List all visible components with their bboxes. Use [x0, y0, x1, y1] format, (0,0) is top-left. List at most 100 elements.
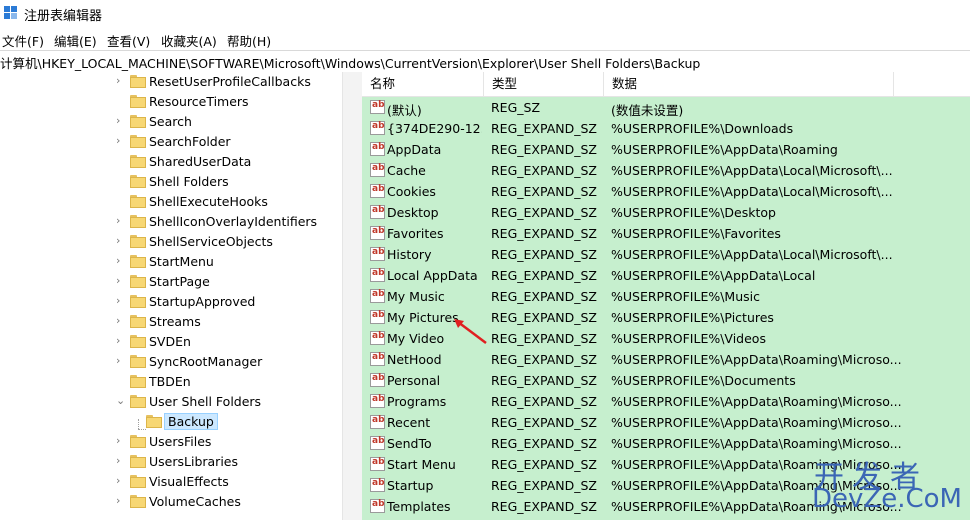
tree-item[interactable]: › SearchFolder	[0, 132, 342, 152]
value-type: REG_EXPAND_SZ	[491, 331, 597, 346]
expander-icon[interactable]	[116, 376, 126, 386]
column-data[interactable]: 数据	[604, 72, 894, 96]
tree-item[interactable]: › VisualEffects	[0, 472, 342, 492]
expander-icon[interactable]	[116, 176, 126, 186]
tree-item[interactable]: ResourceTimers	[0, 92, 342, 112]
expander-icon[interactable]: ›	[116, 255, 126, 266]
tree-item[interactable]: › ShellIconOverlayIdentifiers	[0, 212, 342, 232]
tree-item[interactable]: TBDEn	[0, 372, 342, 392]
tree-item[interactable]: › VolumeCaches	[0, 492, 342, 512]
value-row[interactable]: ab SendTo REG_EXPAND_SZ %USERPROFILE%\AppDa…	[362, 433, 970, 454]
expander-icon[interactable]	[132, 416, 142, 426]
tree-item-label[interactable]: VisualEffects	[149, 474, 229, 489]
tree-item-label[interactable]: ResourceTimers	[149, 94, 249, 109]
value-row[interactable]: ab (默认) REG_SZ (数值未设置)	[362, 97, 970, 118]
expander-icon[interactable]: ›	[116, 495, 126, 506]
tree-item[interactable]: ShellExecuteHooks	[0, 192, 342, 212]
tree-item-label[interactable]: Backup	[164, 413, 218, 430]
expander-icon[interactable]: ›	[116, 215, 126, 226]
expander-icon[interactable]: ›	[116, 115, 126, 126]
tree-item-label[interactable]: StartMenu	[149, 254, 214, 269]
string-value-icon: ab	[370, 499, 385, 513]
value-data: (数值未设置)	[611, 103, 684, 118]
expander-icon[interactable]	[116, 156, 126, 166]
address-bar[interactable]: 计算机\HKEY_LOCAL_MACHINE\SOFTWARE\Microsof…	[0, 50, 970, 73]
tree-item-label[interactable]: ResetUserProfileCallbacks	[149, 74, 311, 89]
expander-icon[interactable]: ›	[116, 315, 126, 326]
tree-item-label[interactable]: SVDEn	[149, 334, 191, 349]
menu-favorites[interactable]: 收藏夹(A)	[161, 31, 217, 50]
tree-item-label[interactable]: StartPage	[149, 274, 210, 289]
tree-item-label[interactable]: ShellServiceObjects	[149, 234, 273, 249]
address-path[interactable]: 计算机\HKEY_LOCAL_MACHINE\SOFTWARE\Microsof…	[0, 53, 700, 72]
value-row[interactable]: ab {374DE290-12... REG_EXPAND_SZ %USERPROFI…	[362, 118, 970, 139]
expander-icon[interactable]: ›	[116, 275, 126, 286]
value-row[interactable]: ab NetHood REG_EXPAND_SZ %USERPROFILE%\AppD…	[362, 349, 970, 370]
expander-icon[interactable]: ›	[116, 435, 126, 446]
expander-icon[interactable]: ›	[116, 295, 126, 306]
expander-icon[interactable]: ›	[116, 135, 126, 146]
expander-icon[interactable]: ›	[116, 75, 126, 86]
tree-item[interactable]: › StartPage	[0, 272, 342, 292]
tree-item[interactable]: Backup	[0, 412, 342, 432]
menu-help[interactable]: 帮助(H)	[227, 31, 271, 50]
expander-icon[interactable]: ›	[116, 455, 126, 466]
tree-item[interactable]: › StartupApproved	[0, 292, 342, 312]
tree-item-label[interactable]: UsersLibraries	[149, 454, 238, 469]
tree-item[interactable]: ⌄ User Shell Folders	[0, 392, 342, 412]
expander-icon[interactable]: ›	[116, 235, 126, 246]
tree-item[interactable]: › Streams	[0, 312, 342, 332]
value-row[interactable]: ab Cache REG_EXPAND_SZ %USERPROFILE%\AppDat…	[362, 160, 970, 181]
value-type: REG_EXPAND_SZ	[491, 478, 597, 493]
tree-item[interactable]: › Search	[0, 112, 342, 132]
pane-splitter[interactable]	[342, 72, 363, 520]
string-value-icon-text: ab	[372, 184, 385, 194]
tree-item-label[interactable]: TBDEn	[149, 374, 191, 389]
tree-item-label[interactable]: ShellExecuteHooks	[149, 194, 268, 209]
expander-icon[interactable]: ›	[116, 355, 126, 366]
column-name[interactable]: 名称	[362, 72, 484, 96]
tree-item-label[interactable]: ShellIconOverlayIdentifiers	[149, 214, 317, 229]
folder-icon	[130, 255, 146, 268]
value-row[interactable]: ab My Music REG_EXPAND_SZ %USERPROFILE%\Mus…	[362, 286, 970, 307]
tree-item[interactable]: SharedUserData	[0, 152, 342, 172]
tree-item-label[interactable]: VolumeCaches	[149, 494, 241, 509]
value-row[interactable]: ab Cookies REG_EXPAND_SZ %USERPROFILE%\AppD…	[362, 181, 970, 202]
menu-edit[interactable]: 编辑(E)	[54, 31, 97, 50]
menu-file[interactable]: 文件(F)	[2, 31, 44, 50]
value-row[interactable]: ab Personal REG_EXPAND_SZ %USERPROFILE%\Doc…	[362, 370, 970, 391]
expander-icon[interactable]: ⌄	[116, 395, 126, 406]
key-tree[interactable]: › ResetUserProfileCallbacks ResourceTimers…	[0, 72, 342, 520]
tree-item-label[interactable]: SearchFolder	[149, 134, 231, 149]
tree-item-label[interactable]: Streams	[149, 314, 201, 329]
tree-item[interactable]: › UsersLibraries	[0, 452, 342, 472]
value-row[interactable]: ab Programs REG_EXPAND_SZ %USERPROFILE%\App…	[362, 391, 970, 412]
expander-icon[interactable]	[116, 96, 126, 106]
column-type[interactable]: 类型	[484, 72, 604, 96]
tree-item-label[interactable]: UsersFiles	[149, 434, 211, 449]
tree-item[interactable]: Shell Folders	[0, 172, 342, 192]
tree-item[interactable]: › StartMenu	[0, 252, 342, 272]
expander-icon[interactable]: ›	[116, 475, 126, 486]
value-row[interactable]: ab Recent REG_EXPAND_SZ %USERPROFILE%\AppDa…	[362, 412, 970, 433]
menu-view[interactable]: 查看(V)	[107, 31, 150, 50]
expander-icon[interactable]	[116, 196, 126, 206]
tree-item[interactable]: › UsersFiles	[0, 432, 342, 452]
value-row[interactable]: ab Favorites REG_EXPAND_SZ %USERPROFILE%\Fa…	[362, 223, 970, 244]
tree-item-label[interactable]: StartupApproved	[149, 294, 255, 309]
tree-item-label[interactable]: Shell Folders	[149, 174, 229, 189]
tree-item[interactable]: › SyncRootManager	[0, 352, 342, 372]
value-row[interactable]: ab Local AppData REG_EXPAND_SZ %USERPROFILE…	[362, 265, 970, 286]
expander-icon[interactable]: ›	[116, 335, 126, 346]
string-value-icon-text: ab	[372, 226, 385, 236]
tree-item-label[interactable]: Search	[149, 114, 192, 129]
value-row[interactable]: ab History REG_EXPAND_SZ %USERPROFILE%\AppD…	[362, 244, 970, 265]
value-row[interactable]: ab AppData REG_EXPAND_SZ %USERPROFILE%\AppD…	[362, 139, 970, 160]
tree-item[interactable]: › SVDEn	[0, 332, 342, 352]
tree-item[interactable]: › ResetUserProfileCallbacks	[0, 72, 342, 92]
tree-item-label[interactable]: SharedUserData	[149, 154, 251, 169]
value-row[interactable]: ab Desktop REG_EXPAND_SZ %USERPROFILE%\Desk…	[362, 202, 970, 223]
tree-item-label[interactable]: User Shell Folders	[149, 394, 261, 409]
tree-item[interactable]: › ShellServiceObjects	[0, 232, 342, 252]
tree-item-label[interactable]: SyncRootManager	[149, 354, 262, 369]
